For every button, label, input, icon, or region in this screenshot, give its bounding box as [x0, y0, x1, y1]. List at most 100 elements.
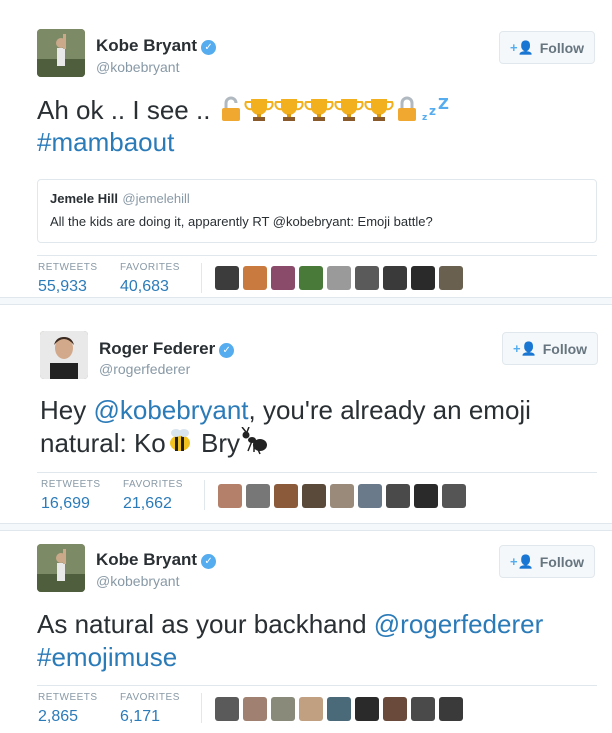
hashtag-link[interactable]: #mambaout — [37, 126, 174, 159]
favoriter-avatar[interactable] — [355, 697, 379, 721]
user-name-text: Roger Federer — [99, 339, 216, 358]
tweet-text-post: , you're already an emoji — [248, 395, 531, 425]
verified-icon: ✓ — [201, 40, 217, 55]
tweet-text-line1: As natural as your backhand @rogerfedere… — [37, 608, 543, 641]
quoted-user-name: Jemele Hill — [50, 191, 118, 206]
favorites-label: FAVORITES — [123, 479, 183, 490]
tweet-text-pre: Hey — [40, 395, 94, 425]
favorites-stat[interactable]: FAVORITES 40,683 — [120, 262, 180, 296]
favoriter-avatar[interactable] — [243, 266, 267, 290]
favoriter-avatar[interactable] — [355, 266, 379, 290]
user-handle[interactable]: @rogerfederer — [99, 361, 190, 377]
favoriter-avatar[interactable] — [358, 484, 382, 508]
favorites-stat[interactable]: FAVORITES 6,171 — [120, 692, 180, 726]
retweets-stat[interactable]: RETWEETS 16,699 — [41, 479, 101, 513]
favoriter-avatar[interactable] — [327, 266, 351, 290]
favorites-label: FAVORITES — [120, 262, 180, 273]
trophy-icon — [274, 99, 304, 121]
add-user-icon: +👤 — [509, 39, 534, 55]
unlock-icon — [221, 96, 240, 121]
follow-label: Follow — [539, 39, 585, 56]
retweets-count: 55,933 — [38, 278, 87, 295]
tweet-text-pre: As natural as your backhand — [37, 609, 374, 639]
retweets-stat[interactable]: RETWEETS 2,865 — [38, 692, 98, 726]
avatar-image — [40, 331, 88, 379]
quoted-user-handle: @jemelehill — [122, 191, 190, 206]
user-handle[interactable]: @kobebryant — [96, 59, 179, 75]
tweet-text-line2: natural: Ko Bry — [40, 427, 268, 460]
lock-icon — [397, 96, 416, 121]
favoriters-avatars — [218, 484, 466, 508]
favoriter-avatar[interactable] — [327, 697, 351, 721]
favorites-count: 6,171 — [120, 708, 161, 725]
trophy-icon — [244, 99, 274, 121]
tweet-separator — [0, 297, 612, 305]
avatar[interactable] — [37, 544, 85, 592]
add-user-icon: +👤 — [512, 340, 537, 356]
user-name-text: Kobe Bryant — [96, 36, 198, 55]
favoriter-avatar[interactable] — [411, 697, 435, 721]
favoriter-avatar[interactable] — [215, 697, 239, 721]
trophy-icon — [364, 99, 394, 121]
tweet-separator — [0, 523, 612, 531]
svg-text:z: z — [422, 113, 427, 122]
favoriter-avatar[interactable] — [439, 697, 463, 721]
user-name[interactable]: Kobe Bryant ✓ — [96, 550, 217, 570]
user-name[interactable]: Kobe Bryant ✓ — [96, 36, 217, 56]
favoriter-avatar[interactable] — [414, 484, 438, 508]
user-handle[interactable]: @kobebryant — [96, 573, 179, 589]
retweets-label: RETWEETS — [38, 262, 98, 273]
svg-text:Z: Z — [438, 96, 449, 113]
favoriter-avatar[interactable] — [274, 484, 298, 508]
retweets-stat[interactable]: RETWEETS 55,933 — [38, 262, 98, 296]
divider — [37, 255, 597, 256]
favoriter-avatar[interactable] — [439, 266, 463, 290]
hashtag-link[interactable]: #emojimuse — [37, 641, 177, 674]
avatar[interactable] — [40, 331, 88, 379]
favoriter-avatar[interactable] — [299, 697, 323, 721]
tweet-3: Kobe Bryant ✓ @kobebryant +👤 Follow As na… — [0, 531, 612, 733]
favoriter-avatar[interactable] — [383, 697, 407, 721]
tweet-text: Ah ok .. I see .. z z Z — [37, 94, 450, 127]
tweet-2: Roger Federer ✓ @rogerfederer +👤 Follow H… — [0, 305, 612, 525]
favoriter-avatar[interactable] — [246, 484, 270, 508]
follow-label: Follow — [539, 553, 585, 570]
user-name[interactable]: Roger Federer ✓ — [99, 339, 235, 359]
stats-separator — [204, 480, 205, 510]
quoted-tweet-text: All the kids are doing it, apparently RT… — [50, 214, 433, 229]
favoriters-avatars — [215, 266, 463, 290]
favoriter-avatar[interactable] — [218, 484, 242, 508]
retweets-label: RETWEETS — [38, 692, 98, 703]
favoriter-avatar[interactable] — [299, 266, 323, 290]
bee-icon — [169, 429, 190, 451]
favoriter-avatar[interactable] — [302, 484, 326, 508]
user-name-text: Kobe Bryant — [96, 550, 198, 569]
favoriter-avatar[interactable] — [411, 266, 435, 290]
favoriter-avatar[interactable] — [215, 266, 239, 290]
favoriter-avatar[interactable] — [243, 697, 267, 721]
favoriter-avatar[interactable] — [271, 266, 295, 290]
avatar[interactable] — [37, 29, 85, 77]
favoriter-avatar[interactable] — [330, 484, 354, 508]
mention-link[interactable]: @kobebryant — [93, 395, 248, 425]
favorites-stat[interactable]: FAVORITES 21,662 — [123, 479, 183, 513]
tweet-text-ko: natural: Ko — [40, 428, 166, 458]
follow-button[interactable]: +👤 Follow — [499, 31, 595, 64]
follow-button[interactable]: +👤 Follow — [502, 332, 598, 365]
avatar-image — [37, 29, 85, 77]
quoted-tweet[interactable]: Jemele Hill @jemelehill All the kids are… — [37, 179, 597, 243]
divider — [37, 685, 597, 686]
stats-separator — [201, 693, 202, 723]
avatar-image — [37, 544, 85, 592]
favoriter-avatar[interactable] — [383, 266, 407, 290]
favoriters-avatars — [215, 697, 463, 721]
follow-label: Follow — [542, 340, 588, 357]
favorites-count: 21,662 — [123, 495, 172, 512]
favoriter-avatar[interactable] — [442, 484, 466, 508]
favoriter-avatar[interactable] — [271, 697, 295, 721]
mention-link[interactable]: @rogerfederer — [374, 609, 543, 639]
follow-button[interactable]: +👤 Follow — [499, 545, 595, 578]
tweet-text-line1: Hey @kobebryant, you're already an emoji — [40, 394, 531, 427]
favoriter-avatar[interactable] — [386, 484, 410, 508]
trophy-icon — [334, 99, 364, 121]
